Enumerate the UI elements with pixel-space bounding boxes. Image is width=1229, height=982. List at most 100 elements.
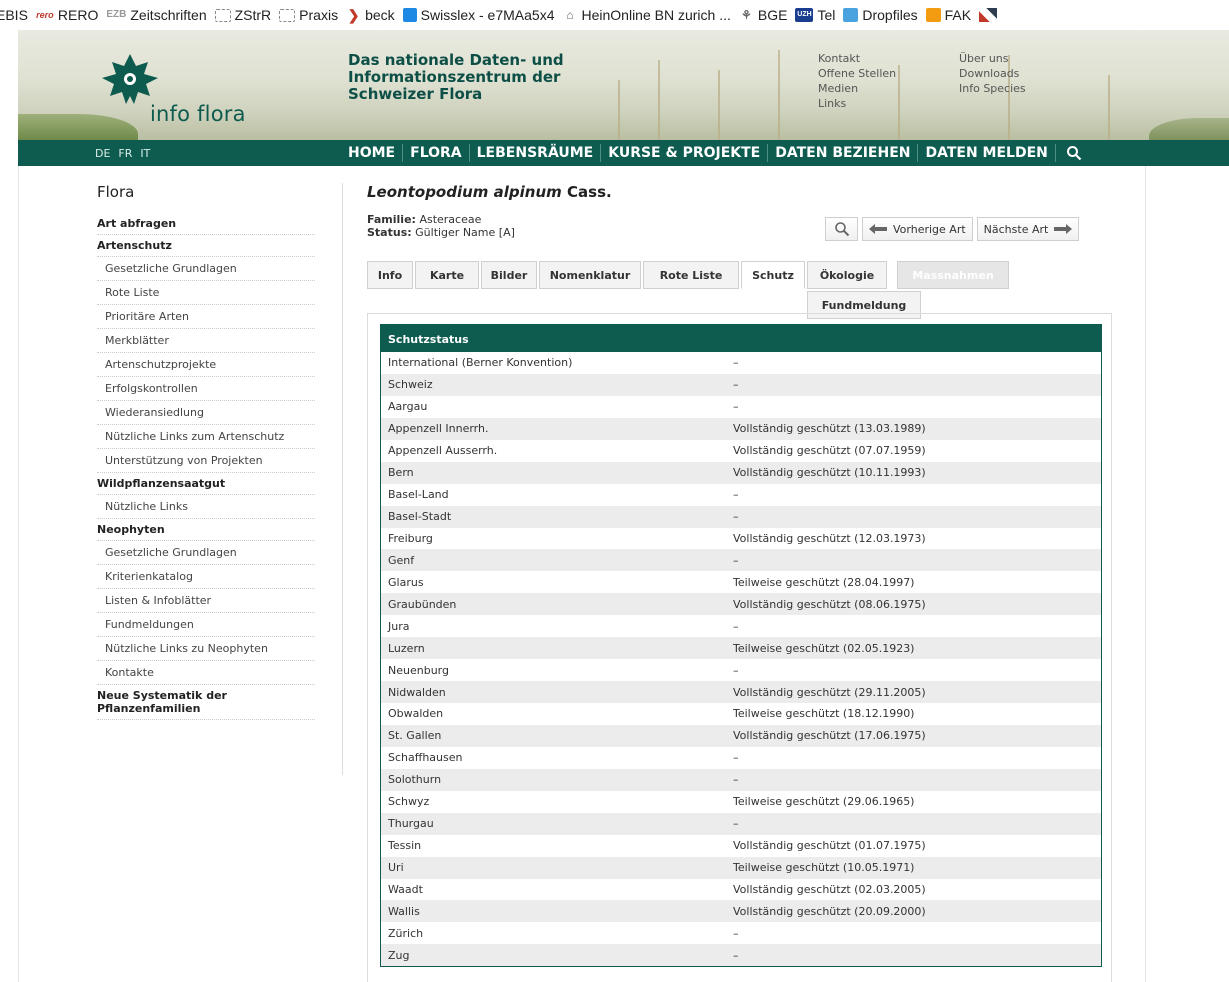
sidebar-item[interactable]: Rote Liste — [97, 281, 315, 305]
site-tagline: Das nationale Daten- und Informationszen… — [348, 51, 564, 103]
bookmark-label: HeinOnline BN zurich ... — [581, 7, 731, 23]
zoom-search-button[interactable] — [825, 217, 858, 241]
species-author: Cass. — [567, 183, 612, 201]
language-it[interactable]: IT — [140, 147, 150, 160]
header-link[interactable]: Offene Stellen — [818, 66, 896, 81]
info-flora-logo-icon[interactable] — [100, 52, 160, 108]
region-cell: Schaffhausen — [388, 751, 463, 765]
protection-status-cell: – — [733, 510, 739, 524]
sidebar-item[interactable]: Wildpflanzensaatgut — [97, 473, 315, 495]
folder-icon — [214, 8, 231, 22]
dropfiles-icon — [843, 8, 859, 22]
region-cell: Appenzell Ausserrh. — [388, 444, 498, 458]
main-content: Leontopodium alpinum Cass. Familie: Aste… — [367, 183, 1117, 982]
search-icon[interactable] — [1056, 144, 1092, 162]
table-row: Zug – — [381, 944, 1101, 967]
nav-item[interactable]: FLORA — [403, 144, 470, 162]
tab-karte[interactable]: Karte — [415, 261, 479, 289]
sidebar-item[interactable]: Nützliche Links zum Artenschutz — [97, 425, 315, 449]
table-header: Schutzstatus — [381, 325, 1101, 352]
nav-item[interactable]: DATEN MELDEN — [918, 144, 1056, 162]
protection-status-cell: Teilweise geschützt (29.06.1965) — [733, 795, 915, 809]
nav-item[interactable]: KURSE & PROJEKTE — [601, 144, 769, 162]
protection-status-cell: – — [733, 817, 739, 831]
sidebar-item[interactable]: Merkblätter — [97, 329, 315, 353]
sidebar-item[interactable]: Gesetzliche Grundlagen — [97, 257, 315, 281]
table-row: Schweiz – — [381, 373, 1101, 396]
bookmark-item[interactable]: ❯ beck — [346, 7, 395, 23]
tab-bilder[interactable]: Bilder — [481, 261, 537, 289]
sidebar-item[interactable]: Artenschutzprojekte — [97, 353, 315, 377]
header-link[interactable]: Kontakt — [818, 51, 896, 66]
nav-item[interactable]: HOME — [341, 144, 404, 162]
protection-status-cell: – — [733, 400, 739, 414]
bookmark-item[interactable]: EZB Zeitschriften — [106, 7, 206, 23]
previous-species-button[interactable]: Vorherige Art — [862, 217, 973, 241]
language-fr[interactable]: FR — [118, 147, 132, 160]
main-nav: HOME FLORA LEBENSRÄUME KURSE & PROJEKTE DATE… — [341, 140, 1092, 166]
bookmark-item[interactable]: UZH Tel — [795, 7, 835, 23]
sidebar-item[interactable]: Artenschutz — [97, 235, 315, 257]
language-de[interactable]: DE — [95, 147, 110, 160]
bookmark-item[interactable]: FAK — [925, 7, 971, 23]
sidebar-item[interactable]: Wiederansiedlung — [97, 401, 315, 425]
bookmark-item[interactable]: EBIS — [0, 7, 28, 23]
arrow-left-icon — [869, 224, 887, 234]
sidebar-item[interactable]: Fundmeldungen — [97, 613, 315, 637]
tab-info[interactable]: Info — [367, 261, 413, 289]
sidebar-item[interactable]: Gesetzliche Grundlagen — [97, 541, 315, 565]
nav-item[interactable]: LEBENSRÄUME — [470, 144, 602, 162]
header-link[interactable]: Über uns — [959, 51, 1026, 66]
bookmark-item[interactable]: Dropfiles — [843, 7, 918, 23]
region-cell: Aargau — [388, 400, 428, 414]
sidebar-item[interactable]: Nützliche Links zu Neophyten — [97, 637, 315, 661]
bookmark-item[interactable]: ⚘ BGE — [739, 7, 787, 23]
protection-status-cell: Vollständig geschützt (02.03.2005) — [733, 882, 926, 896]
sidebar-item[interactable]: Kriterienkatalog — [97, 565, 315, 589]
header-link[interactable]: Downloads — [959, 66, 1026, 81]
region-cell: Basel-Stadt — [388, 510, 452, 524]
sidebar-item[interactable]: Kontakte — [97, 661, 315, 685]
flag-icon[interactable] — [979, 8, 998, 22]
region-cell: Thurgau — [388, 817, 434, 831]
bookmark-item[interactable]: Swisslex - e7MAa5x4 — [402, 7, 554, 23]
sidebar-item[interactable]: Neophyten — [97, 519, 315, 541]
table-row: Luzern Teilweise geschützt (02.05.1923) — [381, 637, 1101, 660]
tab-schutz[interactable]: Schutz — [741, 261, 805, 289]
protection-status-cell: Vollständig geschützt (10.11.1993) — [733, 466, 926, 480]
table-row: Glarus Teilweise geschützt (28.04.1997) — [381, 571, 1101, 593]
region-cell: Tessin — [388, 839, 422, 853]
bookmark-item[interactable]: ZStrR — [214, 7, 271, 23]
language-switcher: DE FR IT — [95, 140, 150, 166]
nav-item[interactable]: DATEN BEZIEHEN — [768, 144, 919, 162]
protection-status-cell: Vollständig geschützt (01.07.1975) — [733, 839, 926, 853]
logo-text[interactable]: info flora — [150, 102, 246, 126]
next-species-button[interactable]: Nächste Art — [976, 217, 1080, 241]
header-link[interactable]: Info Species — [959, 81, 1026, 96]
table-row: Basel-Land – — [381, 484, 1101, 506]
header-landscape — [18, 114, 138, 140]
tab-rote-liste[interactable]: Rote Liste — [643, 261, 739, 289]
table-row: Tessin Vollständig geschützt (01.07.1975) — [381, 835, 1101, 857]
protection-status-cell: Vollständig geschützt (08.06.1975) — [733, 597, 926, 611]
tab-ökologie[interactable]: Ökologie — [807, 261, 887, 289]
sidebar-item[interactable]: Nützliche Links — [97, 495, 315, 519]
sidebar-item[interactable]: Prioritäre Arten — [97, 305, 315, 329]
header-link[interactable]: Links — [818, 96, 896, 111]
protection-status-cell: Vollständig geschützt (13.03.1989) — [733, 422, 926, 436]
table-row: Obwalden Teilweise geschützt (18.12.1990) — [381, 703, 1101, 725]
bookmark-item[interactable]: rero RERO — [36, 7, 98, 23]
tab-nomenklatur[interactable]: Nomenklatur — [539, 261, 641, 289]
sidebar-item[interactable]: Unterstützung von Projekten — [97, 449, 315, 473]
region-cell: Wallis — [388, 904, 420, 918]
bookmark-item[interactable]: Praxis — [279, 7, 338, 23]
sidebar-item[interactable]: Listen & Infoblätter — [97, 589, 315, 613]
bookmark-item[interactable]: ⌂ HeinOnline BN zurich ... — [562, 7, 731, 23]
sidebar-item[interactable]: Art abfragen — [97, 213, 315, 235]
heinonline-icon: ⌂ — [566, 8, 574, 22]
header-link[interactable]: Medien — [818, 81, 896, 96]
magnifier-icon — [834, 222, 849, 237]
sidebar-item[interactable]: Erfolgskontrollen — [97, 377, 315, 401]
protection-status-cell: Teilweise geschützt (18.12.1990) — [733, 707, 915, 721]
sidebar-item[interactable]: Neue Systematik der Pflanzenfamilien — [97, 685, 315, 720]
